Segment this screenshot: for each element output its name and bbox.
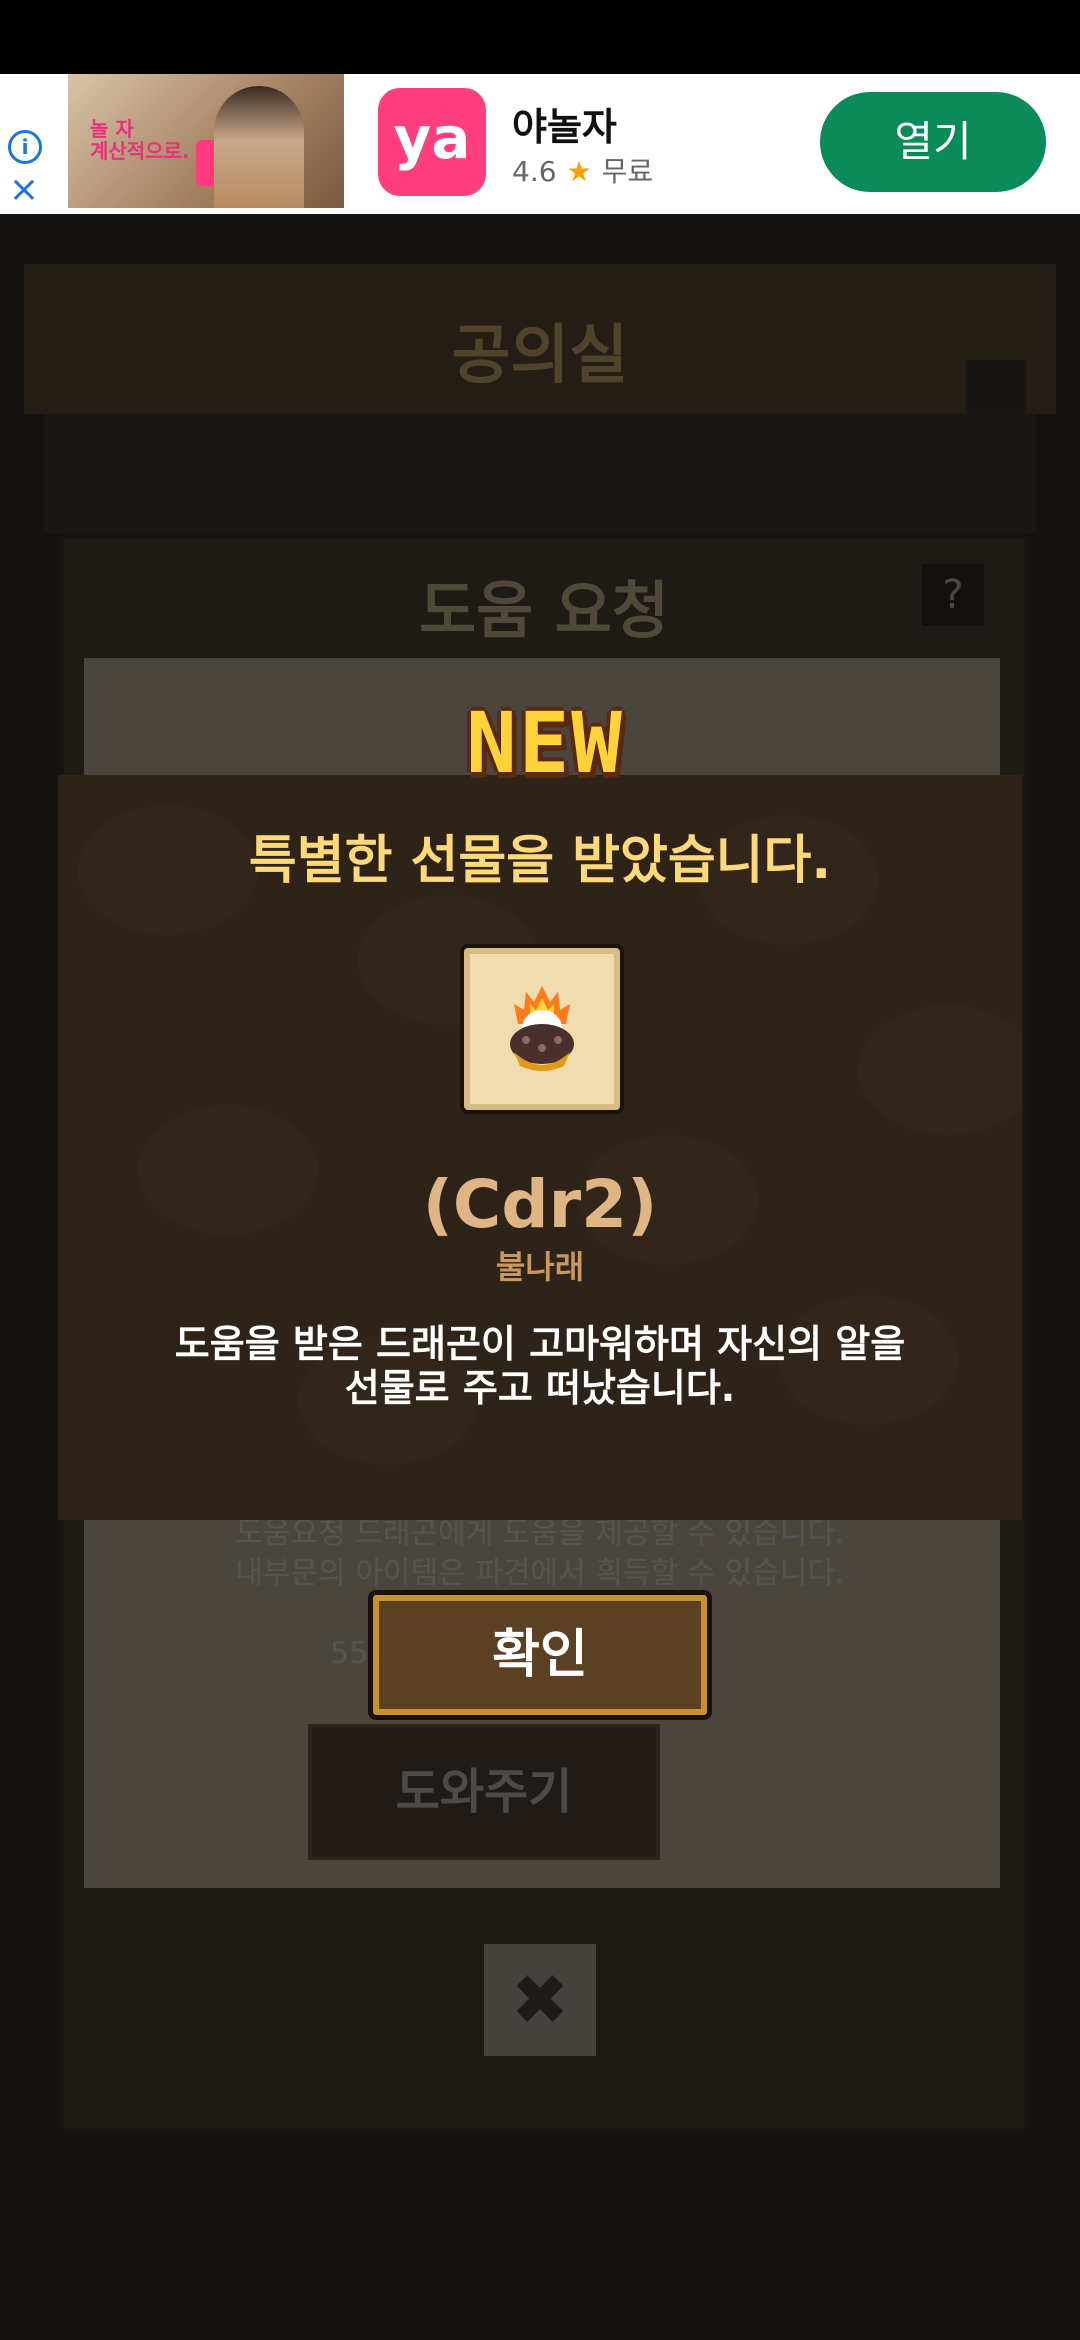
bg-tab-bar [44,414,1036,534]
bg-text-line1: 도움요청 드래곤에게 도움을 제공할 수 있습니다. [235,1516,845,1551]
new-badge: NEW [466,694,624,792]
ad-banner[interactable]: i × 놀 자 계산적으로. ya 야놀자 4.6 ★ 무료 열기 [0,74,1080,214]
desc-line2: 선물로 주고 떠났습니다. [344,1366,736,1410]
person-graphic [214,86,304,208]
ad-image[interactable]: 놀 자 계산적으로. [68,74,344,208]
bg-header-button [966,360,1026,420]
confirm-button[interactable]: 확인 [368,1590,712,1720]
bg-header: 공의실 [24,264,1056,420]
info-icon[interactable]: i [8,130,42,164]
desc-line1: 도움을 받은 드래곤이 고마워하며 자신의 알을 [174,1322,906,1366]
status-bar [0,0,1080,74]
ad-rating: 4.6 ★ 무료 [512,150,653,190]
app-logo[interactable]: ya [378,88,486,196]
bg-help-button: 도와주기 [308,1724,660,1860]
gift-item-frame [460,944,624,1114]
rating-value: 4.6 [512,155,557,188]
question-icon: ? [922,564,984,626]
bg-header-title: 공의실 [451,319,629,393]
modal-description: 도움을 받은 드래곤이 고마워하며 자신의 알을 선물로 주고 떠났습니다. [0,1322,1080,1410]
bg-text-line2: 내부문의 아이템은 파견에서 획득할 수 있습니다. [235,1556,845,1591]
ad-app-name[interactable]: 야놀자 [512,96,617,151]
bg-panel-title: 도움 요청 [419,574,669,647]
ad-image-text: 놀 자 계산적으로. [90,117,190,163]
item-subtitle: 불나래 [495,1248,585,1286]
ad-open-button[interactable]: 열기 [820,92,1046,192]
modal-heading: 특별한 선물을 받았습니다. [248,831,832,891]
close-x-icon: ✖ [484,1944,596,2056]
item-name: (Cdr2) [422,1166,658,1243]
price-label: 무료 [601,155,654,188]
close-icon[interactable]: × [8,172,40,208]
star-icon: ★ [566,155,592,188]
fire-dragon-egg-icon [510,986,574,1071]
